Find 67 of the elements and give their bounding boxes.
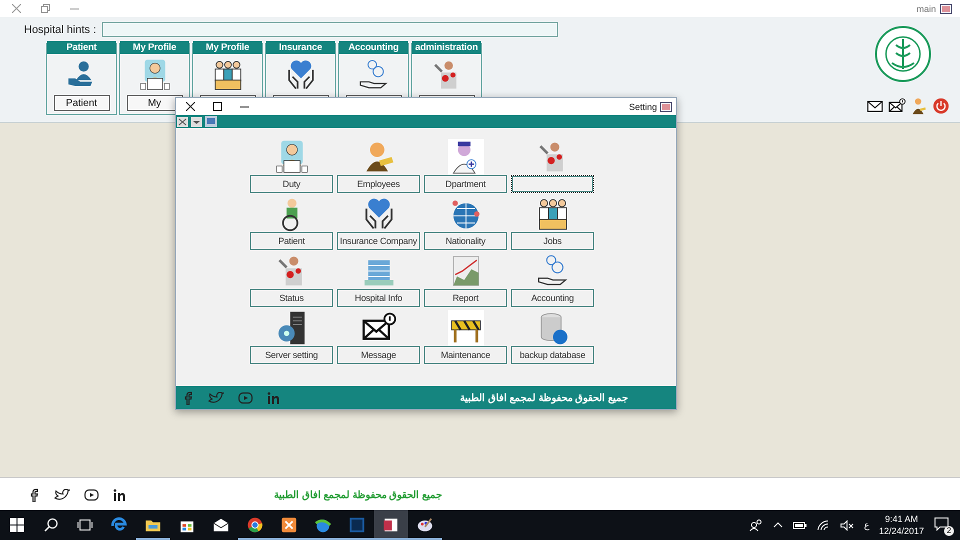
- taskbar-button[interactable]: [374, 510, 408, 540]
- setting-button[interactable]: Server setting: [250, 346, 333, 364]
- setting-button[interactable]: [511, 175, 594, 193]
- close-box-icon[interactable]: [177, 116, 188, 126]
- clock-date[interactable]: 12/24/2017: [878, 525, 924, 537]
- setting-button[interactable]: Patient: [250, 232, 333, 250]
- mail-icon: [212, 516, 230, 534]
- input-language[interactable]: ع: [864, 520, 869, 530]
- clock-time[interactable]: 9:41 AM: [884, 513, 918, 525]
- photo-editor-icon: [348, 516, 366, 534]
- wifi-icon[interactable]: [816, 520, 830, 530]
- setting-button[interactable]: Maintenance: [424, 346, 507, 364]
- power-icon[interactable]: [932, 97, 950, 115]
- chevron-up-icon[interactable]: [772, 522, 783, 528]
- search-icon[interactable]: [44, 518, 58, 532]
- setting-button[interactable]: Insurance Company: [337, 232, 420, 250]
- setting-button[interactable]: Accounting: [511, 289, 594, 307]
- muted-speaker-icon[interactable]: [840, 520, 854, 530]
- form-icon: [660, 102, 672, 112]
- copyright-text: جميع الحقوق محفوظة لمجمع افاق الطبية: [274, 488, 442, 500]
- setting-button[interactable]: Jobs: [511, 232, 594, 250]
- restore-icon[interactable]: [41, 4, 50, 13]
- setting-button[interactable]: Hospital Info: [337, 289, 420, 307]
- setting-button[interactable]: Status: [250, 289, 333, 307]
- maximize-icon[interactable]: [213, 102, 222, 111]
- browser-icon: [246, 516, 264, 534]
- form-icon: [940, 4, 952, 14]
- barrier-icon: [448, 310, 484, 346]
- setting-button[interactable]: Employees: [337, 175, 420, 193]
- close-icon[interactable]: [186, 102, 195, 111]
- database-app-icon: [382, 516, 400, 534]
- people-icon[interactable]: [748, 518, 763, 532]
- setting-button[interactable]: Dpartment: [424, 175, 507, 193]
- facebook-icon[interactable]: [28, 488, 40, 502]
- module-header: My Profile: [120, 41, 189, 54]
- module-header: My Profile: [193, 41, 262, 54]
- window-title: main: [916, 4, 936, 14]
- setting-button[interactable]: backup database: [511, 346, 594, 364]
- setting-button[interactable]: Duty: [250, 175, 333, 193]
- dropdown-icon[interactable]: [191, 116, 202, 126]
- setting-button[interactable]: Report: [424, 289, 507, 307]
- screen-icon[interactable]: [205, 116, 217, 127]
- setting-button[interactable]: Message: [337, 346, 420, 364]
- module-header: Insurance: [266, 41, 335, 54]
- twitter-icon[interactable]: [54, 488, 70, 500]
- copyright-text: جميع الحقوق محفوظة لمجمع افاق الطبية: [460, 392, 628, 404]
- palette-icon: [416, 516, 434, 534]
- server-app-icon: [280, 516, 298, 534]
- doctor-icon: [448, 139, 484, 175]
- module-header: administration: [412, 41, 481, 54]
- module-header: Accounting: [339, 41, 408, 54]
- module-button[interactable]: Patient: [54, 95, 110, 111]
- hints-field[interactable]: [102, 22, 558, 37]
- module-header: Patient: [47, 41, 116, 54]
- person-laptop-icon: [274, 139, 310, 175]
- dialog-title: Setting: [628, 102, 657, 112]
- linkedin-icon[interactable]: [113, 488, 126, 500]
- medical-logo: [874, 25, 932, 83]
- youtube-icon[interactable]: [84, 488, 99, 500]
- mail-alert-icon[interactable]: [888, 97, 906, 115]
- hints-label: Hospital hints :: [24, 24, 96, 36]
- user-key-icon[interactable]: [910, 97, 928, 115]
- person-laptop-icon: [138, 58, 172, 92]
- setting-button[interactable]: Nationality: [424, 232, 507, 250]
- task-view-icon[interactable]: [77, 519, 93, 531]
- battery-icon[interactable]: [792, 520, 807, 530]
- start-icon[interactable]: [10, 518, 24, 532]
